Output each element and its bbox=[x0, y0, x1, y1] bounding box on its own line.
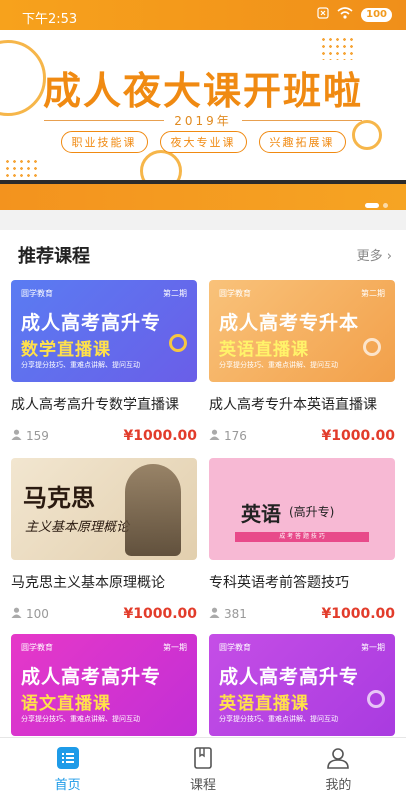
decor-ring bbox=[169, 334, 187, 352]
battery-icon: 100 bbox=[361, 8, 392, 22]
more-label: 更多 bbox=[356, 249, 383, 264]
thumb-brand: 圆学教育 bbox=[219, 289, 251, 298]
course-title: 成人高考高升专数学直播课 bbox=[11, 397, 179, 413]
promo-banner[interactable]: 成人夜大课开班啦 2019年 职业技能课 夜大专业课 兴趣拓展课 bbox=[0, 0, 406, 210]
person-icon bbox=[11, 607, 22, 621]
thumb-issue: 第一期 bbox=[361, 643, 385, 652]
course-price: ¥1000.00 bbox=[321, 606, 395, 622]
student-count: 381 bbox=[209, 607, 247, 621]
thumb-issue: 第二期 bbox=[361, 289, 385, 298]
tab-mine[interactable]: 我的 bbox=[271, 738, 406, 800]
thumb-line2: 英语直播课 bbox=[219, 340, 309, 360]
thumb-brand: 圆学教育 bbox=[21, 643, 53, 652]
tab-label: 课程 bbox=[189, 778, 216, 793]
course-thumbnail: 英语 (高升专) 成 考 答 题 技 巧 bbox=[209, 458, 395, 560]
chevron-right-icon: › bbox=[386, 249, 392, 264]
thumb-line1: 马克思 bbox=[23, 483, 95, 512]
thumb-line2: 数学直播课 bbox=[21, 340, 111, 360]
sim-icon bbox=[317, 7, 329, 23]
student-count: 100 bbox=[11, 607, 49, 621]
course-thumbnail: 圆学教育 第二期 成人高考高升专 数学直播课 分享提分技巧、重难点讲解、提问互动 bbox=[11, 280, 197, 382]
more-link[interactable]: 更多 › bbox=[357, 245, 392, 264]
decor-ring bbox=[367, 690, 385, 708]
carousel-dot-active bbox=[365, 203, 379, 208]
thumb-sub: 分享提分技巧、重难点讲解、提问互动 bbox=[219, 715, 338, 723]
course-thumbnail: 圆学教育 第二期 成人高考专升本 英语直播课 分享提分技巧、重难点讲解、提问互动 bbox=[209, 280, 395, 382]
thumb-line1: 成人高考高升专 bbox=[21, 666, 162, 688]
banner-pills: 职业技能课 夜大专业课 兴趣拓展课 bbox=[0, 131, 406, 153]
banner-pill: 兴趣拓展课 bbox=[258, 131, 346, 153]
course-thumbnail: 圆学教育 第一期 成人高考高升专 语文直播课 分享提分技巧、重难点讲解、提问互动 bbox=[11, 634, 197, 736]
thumb-sub: 分享提分技巧、重难点讲解、提问互动 bbox=[21, 361, 140, 369]
thumb-line1: 成人高考高升专 bbox=[219, 666, 360, 688]
person-icon bbox=[11, 429, 22, 443]
banner-pill: 职业技能课 bbox=[60, 131, 148, 153]
course-price: ¥1000.00 bbox=[321, 428, 395, 444]
thumb-issue: 第二期 bbox=[163, 289, 187, 298]
carousel-dot bbox=[383, 203, 388, 208]
course-card[interactable]: 英语 (高升专) 成 考 答 题 技 巧 专科英语考前答题技巧 381 ¥100… bbox=[209, 458, 395, 622]
banner-pill: 夜大专业课 bbox=[159, 131, 247, 153]
tab-courses[interactable]: 课程 bbox=[135, 738, 270, 800]
thumb-line2: 英语直播课 bbox=[219, 694, 309, 714]
banner-bottom-band bbox=[0, 184, 406, 210]
student-count: 159 bbox=[11, 429, 49, 443]
recommended-section: 推荐课程 更多 › 圆学教育 第二期 成人高考高升专 数学直播课 分享提分技巧、… bbox=[0, 230, 406, 750]
status-bar: 下午2:53 100 bbox=[0, 0, 406, 30]
course-card[interactable]: 圆学教育 第一期 成人高考高升专 英语直播课 分享提分技巧、重难点讲解、提问互动 bbox=[209, 634, 395, 736]
course-thumbnail: 马克思 主义基本原理概论 bbox=[11, 458, 197, 560]
divider bbox=[242, 120, 362, 121]
book-icon bbox=[191, 746, 215, 770]
thumb-sub: 分享提分技巧、重难点讲解、提问互动 bbox=[21, 715, 140, 723]
thumb-sub: 成 考 答 题 技 巧 bbox=[235, 532, 369, 542]
banner-headline: 成人夜大课开班啦 bbox=[42, 69, 363, 113]
course-card[interactable]: 圆学教育 第二期 成人高考专升本 英语直播课 分享提分技巧、重难点讲解、提问互动… bbox=[209, 280, 395, 444]
student-count-value: 176 bbox=[224, 429, 247, 443]
thumb-line1: 成人高考专升本 bbox=[219, 312, 360, 334]
wifi-icon bbox=[337, 7, 353, 23]
decor-dots bbox=[320, 36, 354, 60]
course-card[interactable]: 圆学教育 第一期 成人高考高升专 语文直播课 分享提分技巧、重难点讲解、提问互动 bbox=[11, 634, 197, 736]
thumb-brand: 圆学教育 bbox=[21, 289, 53, 298]
status-time: 下午2:53 bbox=[22, 12, 78, 27]
course-title: 成人高考专升本英语直播课 bbox=[209, 397, 377, 413]
student-count-value: 159 bbox=[26, 429, 49, 443]
course-thumbnail: 圆学教育 第一期 成人高考高升专 英语直播课 分享提分技巧、重难点讲解、提问互动 bbox=[209, 634, 395, 736]
student-count: 176 bbox=[209, 429, 247, 443]
course-title: 专科英语考前答题技巧 bbox=[209, 575, 349, 591]
thumb-line2: 主义基本原理概论 bbox=[25, 520, 130, 535]
thumb-sub: 分享提分技巧、重难点讲解、提问互动 bbox=[219, 361, 338, 369]
bottom-tab-bar: 首页 课程 我的 bbox=[0, 737, 406, 800]
student-count-value: 100 bbox=[26, 607, 49, 621]
user-icon bbox=[326, 746, 350, 770]
course-card[interactable]: 圆学教育 第二期 成人高考高升专 数学直播课 分享提分技巧、重难点讲解、提问互动… bbox=[11, 280, 197, 444]
thumb-brand: 圆学教育 bbox=[219, 643, 251, 652]
person-icon bbox=[209, 607, 220, 621]
bust-image bbox=[125, 464, 181, 556]
course-card[interactable]: 马克思 主义基本原理概论 马克思主义基本原理概论 100 ¥1000.00 bbox=[11, 458, 197, 622]
section-title: 推荐课程 bbox=[18, 246, 90, 267]
student-count-value: 381 bbox=[224, 607, 247, 621]
thumb-line2: (高升专) bbox=[289, 505, 335, 519]
home-list-icon bbox=[56, 746, 80, 770]
thumb-line2: 语文直播课 bbox=[21, 694, 111, 714]
decor-dots bbox=[4, 158, 38, 182]
tab-label: 我的 bbox=[325, 778, 352, 793]
thumb-line1: 成人高考高升专 bbox=[21, 312, 162, 334]
course-title: 马克思主义基本原理概论 bbox=[11, 575, 165, 591]
person-icon bbox=[209, 429, 220, 443]
tab-label: 首页 bbox=[54, 778, 81, 793]
tab-home[interactable]: 首页 bbox=[0, 738, 135, 800]
decor-ring bbox=[363, 338, 381, 356]
thumb-issue: 第一期 bbox=[163, 643, 187, 652]
carousel-indicator bbox=[365, 203, 388, 208]
course-price: ¥1000.00 bbox=[123, 428, 197, 444]
course-price: ¥1000.00 bbox=[123, 606, 197, 622]
thumb-line1: 英语 bbox=[241, 502, 281, 526]
